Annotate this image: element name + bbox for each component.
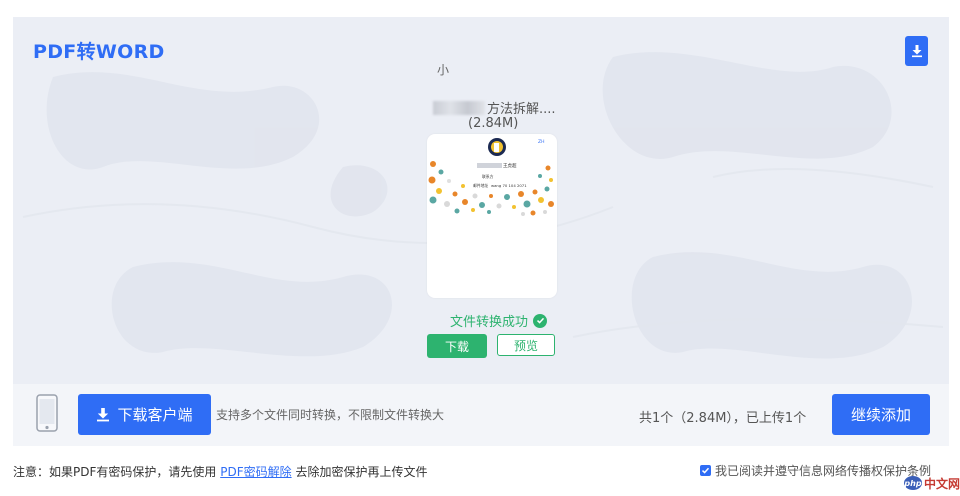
preview-button[interactable]: 预览 bbox=[497, 334, 555, 356]
thumbnail-name: 王虎超 bbox=[503, 162, 517, 169]
site-watermark: php 中文网 bbox=[904, 474, 960, 492]
download-arrow-icon bbox=[97, 408, 110, 422]
thumbnail-badge: ZH bbox=[538, 139, 544, 145]
top-download-button[interactable] bbox=[905, 36, 928, 66]
checkmark-icon bbox=[701, 467, 710, 474]
file-name-text: 方法拆解.... bbox=[487, 102, 556, 117]
download-client-label: 下载客户端 bbox=[117, 406, 193, 424]
file-thumbnail: ZH 王虎超 联系方 邮件地址 wang 70 104 2071 bbox=[427, 134, 557, 298]
thumbnail-line2: 邮件地址 bbox=[473, 183, 488, 188]
file-size: (2.84M) bbox=[468, 116, 519, 131]
watermark-text: 中文网 bbox=[924, 476, 960, 491]
notice-prefix: 注意：如果PDF有密码保护，请先使用 bbox=[13, 465, 217, 479]
conversion-status: 文件转换成功 bbox=[450, 311, 548, 330]
support-text: 支持多个文件同时转换，不限制文件转换大 bbox=[216, 408, 445, 422]
check-circle-icon bbox=[533, 313, 548, 328]
file-name: 方法拆解.... bbox=[433, 98, 556, 117]
notice-suffix: 去除加密保护再上传文件 bbox=[295, 465, 428, 479]
thumbnail-preview: ZH 王虎超 联系方 邮件地址 wang 70 104 2071 bbox=[428, 138, 554, 216]
password-notice: 注意：如果PDF有密码保护，请先使用 PDF密码解除 去除加密保护再上传文件 bbox=[13, 463, 427, 480]
agree-checkbox[interactable] bbox=[700, 465, 711, 476]
support-text-tail: 小 bbox=[437, 63, 450, 77]
download-icon bbox=[911, 45, 922, 58]
download-client-button[interactable]: 下载客户端 bbox=[78, 394, 211, 435]
action-bar: 下载客户端 支持多个文件同时转换，不限制文件转换大 共1个（2.84M），已上传… bbox=[13, 384, 949, 446]
phone-icon bbox=[36, 394, 58, 432]
upload-count: 共1个（2.84M），已上传1个 bbox=[639, 411, 807, 426]
upload-panel: PDF转WORD 方法拆解.... (2.84M) ZH 王虎超 联系方 邮件地… bbox=[13, 17, 949, 384]
agreement[interactable]: 我已阅读并遵守信息网络传播权保护条例 bbox=[700, 462, 931, 479]
status-text: 文件转换成功 bbox=[450, 315, 529, 330]
watermark-badge: php bbox=[904, 476, 922, 490]
thumbnail-line3: wang 70 104 2071 bbox=[491, 183, 527, 188]
file-name-blurred bbox=[433, 101, 485, 115]
agree-text: 我已阅读并遵守信息网络传播权保护条例 bbox=[715, 464, 932, 478]
download-button[interactable]: 下载 bbox=[427, 334, 487, 358]
pdf-unlock-link[interactable]: PDF密码解除 bbox=[220, 465, 291, 479]
thumbnail-line1: 联系方 bbox=[482, 174, 494, 179]
app-title: PDF转WORD bbox=[33, 41, 165, 63]
continue-add-button[interactable]: 继续添加 bbox=[832, 394, 930, 435]
